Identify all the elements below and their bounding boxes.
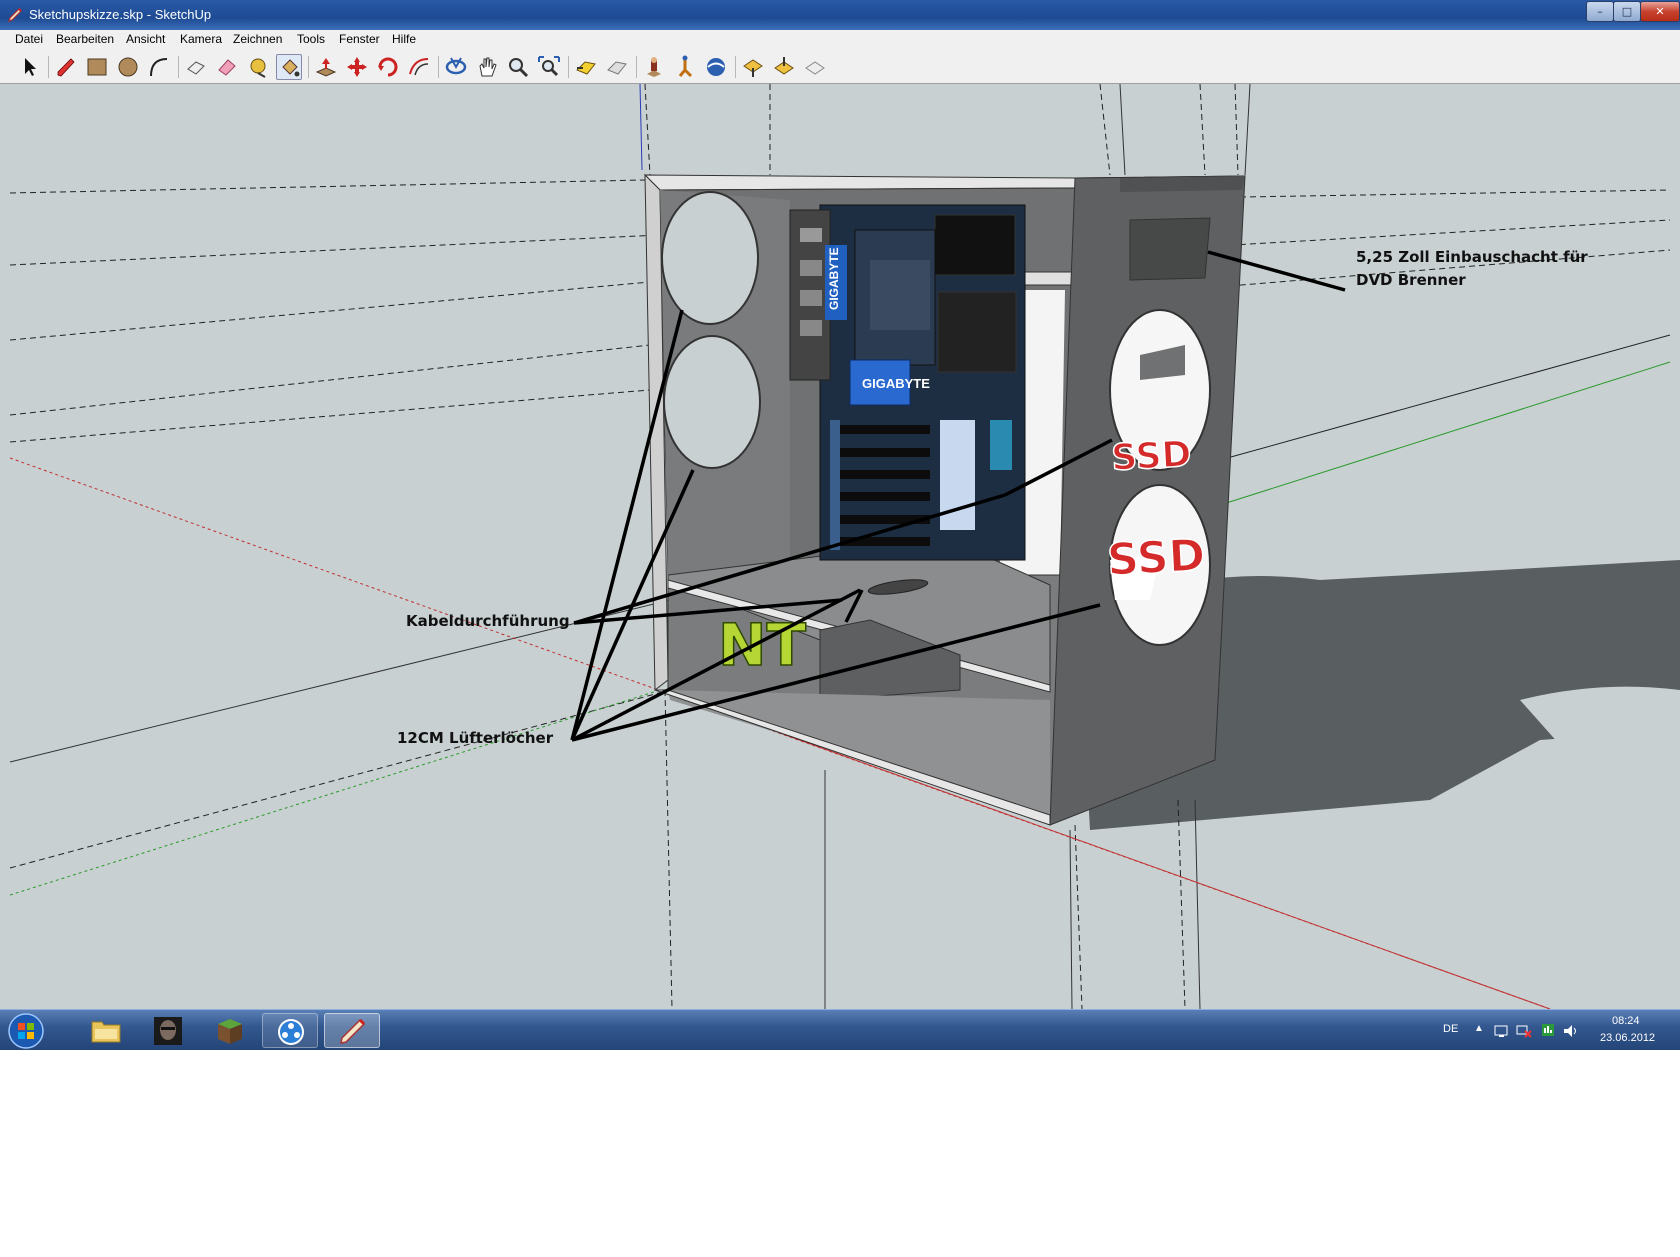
menu-fenster[interactable]: Fenster: [339, 32, 380, 46]
menu-ansicht[interactable]: Ansicht: [126, 32, 165, 46]
close-button[interactable]: ✕: [1640, 1, 1680, 22]
menu-kamera[interactable]: Kamera: [180, 32, 222, 46]
desktop-screen: Sketchupskizze.skp - SketchUp – □ ✕ Date…: [0, 0, 1680, 1050]
gigabyte-vertical-logo: GIGABYTE: [827, 247, 841, 310]
paint-bucket-icon[interactable]: [276, 54, 302, 80]
start-orb-icon[interactable]: [6, 1012, 46, 1050]
menu-datei[interactable]: Datei: [15, 32, 43, 46]
volume-icon[interactable]: [1563, 1023, 1579, 1037]
menu-tools[interactable]: Tools: [297, 32, 325, 46]
menu-zeichnen[interactable]: Zeichnen: [233, 32, 282, 46]
offset-icon[interactable]: [406, 54, 432, 80]
select-icon[interactable]: [16, 54, 42, 80]
minecraft-block-icon[interactable]: [202, 1013, 258, 1048]
share-model-icon[interactable]: [771, 54, 797, 80]
next-view-icon[interactable]: [604, 54, 630, 80]
blue-axis: [639, 84, 643, 171]
tray-expand-icon[interactable]: ▲: [1474, 1023, 1484, 1034]
fan-hole-left-bottom: [663, 335, 761, 469]
tape-measure-icon[interactable]: [245, 54, 271, 80]
explorer-folder-icon[interactable]: [78, 1013, 134, 1048]
menu-bar: Datei Bearbeiten Ansicht Kamera Zeichnen…: [0, 30, 1680, 51]
action-center-icon[interactable]: [1494, 1023, 1510, 1037]
motherboard: GIGABYTE GIGABYTE: [789, 204, 1026, 561]
arc-icon[interactable]: [146, 54, 172, 80]
green-axis: [9, 689, 661, 896]
green-app-tray-icon[interactable]: [1540, 1022, 1556, 1038]
main-toolbar: [0, 50, 1680, 84]
label-drive-bay-line2: DVD Brenner: [1356, 271, 1466, 289]
previous-view-icon[interactable]: [573, 54, 599, 80]
ssd-decal-lower: SSD: [1106, 530, 1206, 586]
ssd-decal-upper: SSD: [1110, 434, 1192, 479]
psu-decal: NT: [718, 611, 807, 679]
clock-date[interactable]: 23.06.2012: [1600, 1032, 1655, 1044]
label-cable-routing: Kabeldurchführung: [406, 612, 570, 630]
window-title: Sketchupskizze.skp - SketchUp: [29, 7, 212, 22]
walk-icon[interactable]: [672, 54, 698, 80]
label-fan-holes: 12CM Lüfterlöcher: [397, 729, 554, 747]
menu-hilfe[interactable]: Hilfe: [392, 32, 416, 46]
make-component-icon[interactable]: [183, 54, 209, 80]
fan-hole-left-top: [661, 191, 759, 325]
zoom-extents-icon[interactable]: [536, 54, 562, 80]
eraser-icon[interactable]: [214, 54, 240, 80]
circle-icon[interactable]: [115, 54, 141, 80]
look-around-icon[interactable]: [703, 54, 729, 80]
label-drive-bay-line1: 5,25 Zoll Einbauschacht für: [1356, 248, 1588, 266]
zoom-icon[interactable]: [505, 54, 531, 80]
rotate-icon[interactable]: [375, 54, 401, 80]
minimize-button[interactable]: –: [1586, 1, 1614, 22]
game-avatar-icon[interactable]: [140, 1013, 196, 1048]
position-camera-icon[interactable]: [641, 54, 667, 80]
green-axis-solid: [1219, 361, 1671, 506]
pencil-icon[interactable]: [53, 54, 79, 80]
clock-time[interactable]: 08:24: [1612, 1015, 1640, 1027]
sketchup-app-icon: [7, 7, 23, 23]
orbit-icon[interactable]: [443, 54, 469, 80]
rectangle-icon[interactable]: [84, 54, 110, 80]
pan-icon[interactable]: [474, 54, 500, 80]
get-models-icon[interactable]: [740, 54, 766, 80]
gigabyte-heatsink-logo: GIGABYTE: [862, 376, 930, 391]
language-indicator[interactable]: DE: [1443, 1023, 1458, 1035]
network-alert-icon[interactable]: [1516, 1023, 1532, 1038]
window-titlebar[interactable]: Sketchupskizze.skp - SketchUp – □ ✕: [0, 0, 1680, 30]
model-scene[interactable]: GIGABYTE GIGABYTE NT SSD SSD: [0, 84, 1680, 1009]
windows-taskbar: DE ▲ 08:24 23.06.2012: [0, 1009, 1680, 1050]
push-pull-icon[interactable]: [313, 54, 339, 80]
share-component-icon[interactable]: [802, 54, 828, 80]
menu-bearbeiten[interactable]: Bearbeiten: [56, 32, 114, 46]
move-icon[interactable]: [344, 54, 370, 80]
drawing-viewport[interactable]: GIGABYTE GIGABYTE NT SSD SSD 5,25 Zoll E…: [0, 84, 1680, 1009]
media-player-icon[interactable]: [262, 1013, 318, 1048]
maximize-button[interactable]: □: [1613, 1, 1641, 22]
sketchup-icon[interactable]: [324, 1013, 380, 1048]
